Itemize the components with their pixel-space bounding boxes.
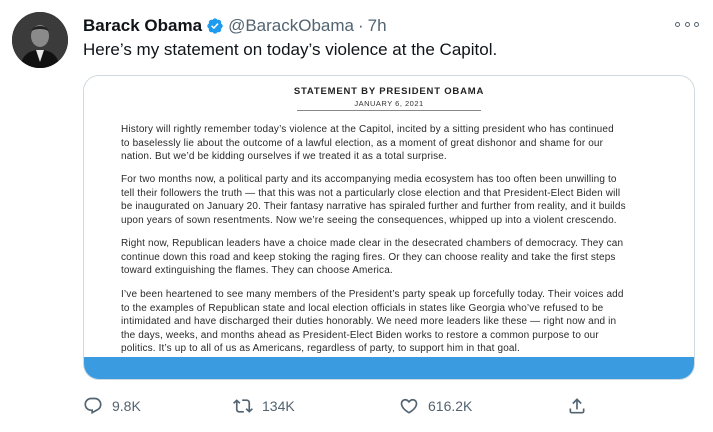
statement-date: JANUARY 6, 2021 <box>354 99 424 108</box>
tweet[interactable]: Barack Obama @BarackObama · 7h Here’s my… <box>0 0 713 432</box>
statement-line: Right now, Republican leaders have a cho… <box>121 238 624 249</box>
more-dot-1 <box>675 21 680 27</box>
statement-line: For two months now, a political party an… <box>121 174 617 185</box>
share-button[interactable] <box>567 393 587 419</box>
statement-line: tell their followers the truth — that th… <box>121 187 621 199</box>
more-dot-3 <box>694 21 699 27</box>
statement-image[interactable]: STATEMENT BY PRESIDENT OBAMA JANUARY 6, … <box>83 75 695 380</box>
statement-paragraph-1: History will rightly remember today’s vi… <box>121 123 661 164</box>
share-icon <box>567 396 587 416</box>
statement-paragraph-4: I’ve been heartened to see many members … <box>121 288 661 356</box>
statement-line: be inaugurated on January 20. Their fant… <box>121 201 626 212</box>
statement-line: intimidated and have discharged their du… <box>121 316 617 327</box>
statement-title: STATEMENT BY PRESIDENT OBAMA <box>293 86 485 97</box>
author-handle[interactable]: @BarackObama <box>228 16 354 36</box>
statement-line: the days, weeks, and months ahead as Pre… <box>121 329 599 341</box>
tweet-timestamp[interactable]: 7h <box>368 16 387 36</box>
avatar[interactable] <box>12 12 68 68</box>
statement-line: I’ve been heartened to see many members … <box>121 289 624 300</box>
retweet-count: 134K <box>262 398 295 414</box>
tweet-text: Here’s my statement on today’s violence … <box>83 40 498 59</box>
statement-paragraph-3: Right now, Republican leaders have a cho… <box>121 237 661 278</box>
statement-line: History will rightly remember today’s vi… <box>121 124 614 135</box>
statement-line: to baselessly lie about the outcome of a… <box>121 137 604 149</box>
more-dot-2 <box>684 21 690 27</box>
heart-icon <box>399 396 419 416</box>
statement-document: STATEMENT BY PRESIDENT OBAMA JANUARY 6, … <box>84 76 694 358</box>
statement-divider <box>297 110 481 111</box>
statement-paragraph-2: For two months now, a political party an… <box>121 173 661 227</box>
reply-count: 9.8K <box>112 398 141 414</box>
statement-footer-bar <box>84 357 694 379</box>
tweet-actions: 9.8K 134K 616.2K <box>83 393 603 419</box>
reply-button[interactable]: 9.8K <box>83 393 141 419</box>
statement-line: to the examples of Republican state and … <box>121 302 604 314</box>
tweet-header: Barack Obama @BarackObama · 7h <box>83 14 387 38</box>
retweet-icon <box>233 396 253 416</box>
statement-line: nation. But we’d be kidding ourselves if… <box>121 151 447 162</box>
like-button[interactable]: 616.2K <box>399 393 472 419</box>
separator-dot: · <box>358 16 364 35</box>
like-count: 616.2K <box>428 398 473 414</box>
statement-line: politics. It’s up to all of us as Americ… <box>121 343 520 354</box>
statement-line: upon years of sown resentments. Now we’r… <box>121 214 617 226</box>
more-options-icon[interactable] <box>675 14 699 34</box>
verified-badge-icon <box>206 17 224 35</box>
retweet-button[interactable]: 134K <box>233 393 295 419</box>
statement-line: continue down this road and keep stoking… <box>121 251 616 263</box>
statement-line: toward extinguishing the flames. They ca… <box>121 265 393 276</box>
reply-icon <box>83 396 103 416</box>
author-name[interactable]: Barack Obama <box>83 16 202 36</box>
